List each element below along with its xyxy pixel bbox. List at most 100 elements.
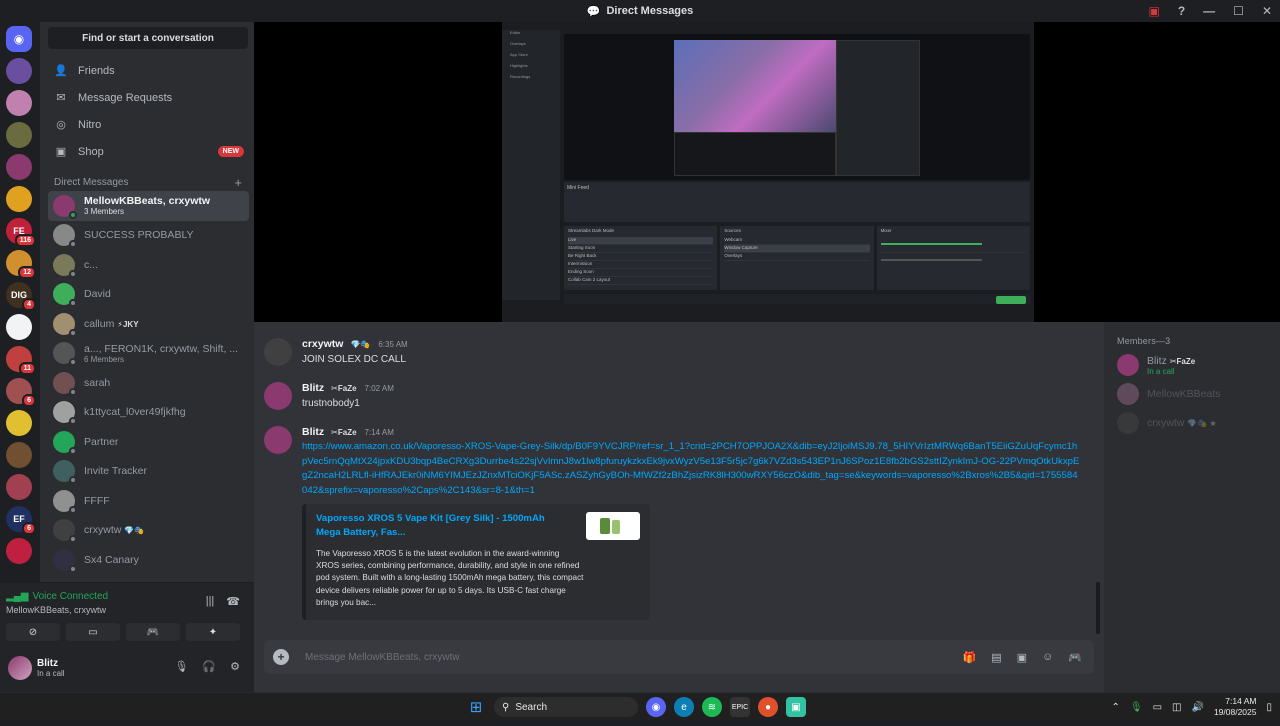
status-indicator (69, 476, 77, 485)
taskbar-search[interactable]: ⚲ Search (494, 697, 638, 717)
status-indicator (69, 564, 77, 573)
voice-channel-label[interactable]: MellowKBBeats, crxywtw (6, 605, 106, 615)
sidebar-item-shop[interactable]: ▣ Shop NEW (40, 138, 254, 165)
dm-list-item[interactable]: k1ttycat_l0ver49fjkfhg (48, 398, 249, 428)
user-avatar[interactable] (8, 656, 32, 680)
maximize-icon[interactable]: ☐ (1233, 4, 1244, 18)
activity-button[interactable]: 🎮 (126, 623, 180, 641)
sticker-icon[interactable]: ▣ (1017, 651, 1027, 664)
dm-name: Sx4 Canary (84, 554, 139, 566)
server-icon[interactable]: EF 6 (6, 506, 36, 535)
message-link[interactable]: https://www.amazon.co.uk/Vaporesso-XROS-… (302, 440, 1082, 499)
disconnect-icon[interactable]: ☎ (226, 595, 240, 608)
member-item[interactable]: MellowKBBeats (1117, 383, 1221, 405)
discord-app-icon[interactable]: ◉ (646, 697, 666, 717)
embed-thumbnail[interactable] (586, 511, 640, 540)
member-item[interactable]: Blitz ✂FaZe In a call (1117, 354, 1195, 376)
sidebar-item-nitro[interactable]: ◎ Nitro (40, 111, 254, 138)
settings-gear-icon[interactable]: ⚙ (230, 660, 240, 673)
inbox-icon[interactable]: ▣ (1148, 4, 1159, 18)
emoji-icon[interactable]: ☺ (1042, 651, 1053, 664)
edge-browser-icon[interactable]: e (674, 697, 694, 717)
dm-list-item[interactable]: Sx4 Canary (48, 545, 249, 575)
dm-list-item[interactable]: MellowKBBeats, crxywtw 3 Members (48, 191, 249, 221)
server-icon[interactable] (6, 122, 32, 148)
sidebar-item-message-requests[interactable]: ✉ Message Requests (40, 84, 254, 111)
soundboard-button[interactable]: ✦ (186, 623, 240, 641)
server-icon[interactable] (6, 442, 32, 468)
dm-list-item[interactable]: David (48, 280, 249, 310)
member-item[interactable]: crxywtw 💎🎭 ★ (1117, 412, 1217, 434)
server-icon[interactable] (6, 474, 32, 500)
dm-list-item[interactable]: callum ⚡JKY (48, 309, 249, 339)
dm-list-item[interactable]: SUCCESS PROBABLY (48, 221, 249, 251)
message-author[interactable]: Blitz (302, 426, 324, 438)
network-icon[interactable]: ◫ (1172, 702, 1181, 713)
obs-sidebar-item: App Store (510, 52, 528, 57)
chat-scrollbar[interactable] (1096, 582, 1100, 634)
status-indicator (69, 417, 77, 426)
help-icon[interactable]: ? (1178, 4, 1185, 18)
microphone-icon[interactable]: 🎙 (174, 660, 188, 673)
tray-display-icon[interactable]: ▭ (1153, 702, 1162, 713)
dm-list-item[interactable]: c... (48, 250, 249, 280)
apps-gamepad-icon[interactable]: 🎮 (1068, 651, 1082, 664)
tray-mic-icon[interactable]: 🎙 (1130, 702, 1143, 713)
message-avatar[interactable] (264, 382, 292, 410)
discord-home-icon[interactable]: ◉ (6, 26, 32, 52)
dm-list-item[interactable]: Partner (48, 427, 249, 457)
notification-icon[interactable]: ▯ (1266, 702, 1272, 713)
close-icon[interactable]: ✕ (1262, 4, 1272, 18)
sidebar-item-friends[interactable]: 👤 Friends (40, 57, 254, 84)
server-icon[interactable] (6, 538, 32, 564)
dm-list-item[interactable]: sarah (48, 368, 249, 398)
noise-suppression-icon[interactable]: ||| (206, 595, 215, 608)
screen-share-button[interactable]: ▭ (66, 623, 120, 641)
status-indicator (69, 210, 77, 219)
browser-app-icon[interactable]: ● (758, 697, 778, 717)
server-icon[interactable] (6, 90, 32, 116)
minimize-icon[interactable]: — (1203, 4, 1215, 18)
epic-games-icon[interactable]: EPIC (730, 697, 750, 717)
message-input[interactable] (305, 651, 905, 663)
message-avatar[interactable] (264, 338, 292, 366)
server-icon[interactable] (6, 410, 32, 436)
dm-list-item[interactable]: FFFF (48, 486, 249, 516)
gif-icon[interactable]: ▤ (991, 651, 1001, 664)
gamepad-icon: 🎮 (146, 626, 160, 638)
headphones-icon[interactable]: 🎧 (202, 660, 216, 673)
message-timestamp: 7:14 AM (364, 427, 394, 437)
find-conversation-button[interactable]: Find or start a conversation (48, 27, 248, 49)
spotify-icon[interactable]: ≋ (702, 697, 722, 717)
dm-list-item[interactable]: a..., FERON1K, crxywtw, Shift, ... 6 Memb… (48, 339, 249, 369)
server-icon[interactable] (6, 186, 32, 212)
message-author[interactable]: Blitz (302, 382, 324, 394)
tray-chevron-up-icon[interactable]: ⌃ (1111, 702, 1119, 713)
server-icon[interactable]: 12 (6, 250, 36, 279)
server-icon[interactable]: 6 (6, 378, 36, 407)
dm-list-item[interactable]: Invite Tracker (48, 457, 249, 487)
message-author[interactable]: crxywtw (302, 338, 343, 350)
dm-name: MellowKBBeats, crxywtw (84, 195, 210, 207)
embed-title[interactable]: Vaporesso XROS 5 Vape Kit [Grey Silk] - … (316, 512, 571, 540)
gift-icon[interactable]: 🎁 (963, 651, 977, 664)
windows-start-icon[interactable]: ⊞ (466, 697, 486, 717)
add-attachment-icon[interactable]: + (273, 649, 289, 665)
webcam-keyboard-image (674, 40, 836, 132)
server-icon[interactable] (6, 58, 32, 84)
streamlabs-icon[interactable]: ▣ (786, 697, 806, 717)
server-icon[interactable]: 11 (6, 346, 36, 375)
server-icon[interactable] (6, 154, 32, 180)
camera-toggle-button[interactable]: ⊘ (6, 623, 60, 641)
server-icon[interactable]: DIG 4 (6, 282, 36, 311)
dm-list-item[interactable]: crxywtw 💎🎭 (48, 516, 249, 546)
add-dm-icon[interactable]: + (234, 175, 242, 190)
message-avatar[interactable] (264, 426, 292, 454)
voice-connected-label[interactable]: ▂▄▆ Voice Connected (6, 591, 108, 602)
taskbar-clock[interactable]: 7:14 AM 19/08/2025 (1214, 696, 1257, 718)
message-header: crxywtw 💎🎭 6:35 AM (302, 338, 408, 350)
server-icon[interactable]: FE 116 (6, 218, 36, 247)
user-name[interactable]: Blitz (37, 658, 58, 669)
server-icon[interactable] (6, 314, 32, 340)
volume-icon[interactable]: 🔊 (1191, 702, 1203, 713)
